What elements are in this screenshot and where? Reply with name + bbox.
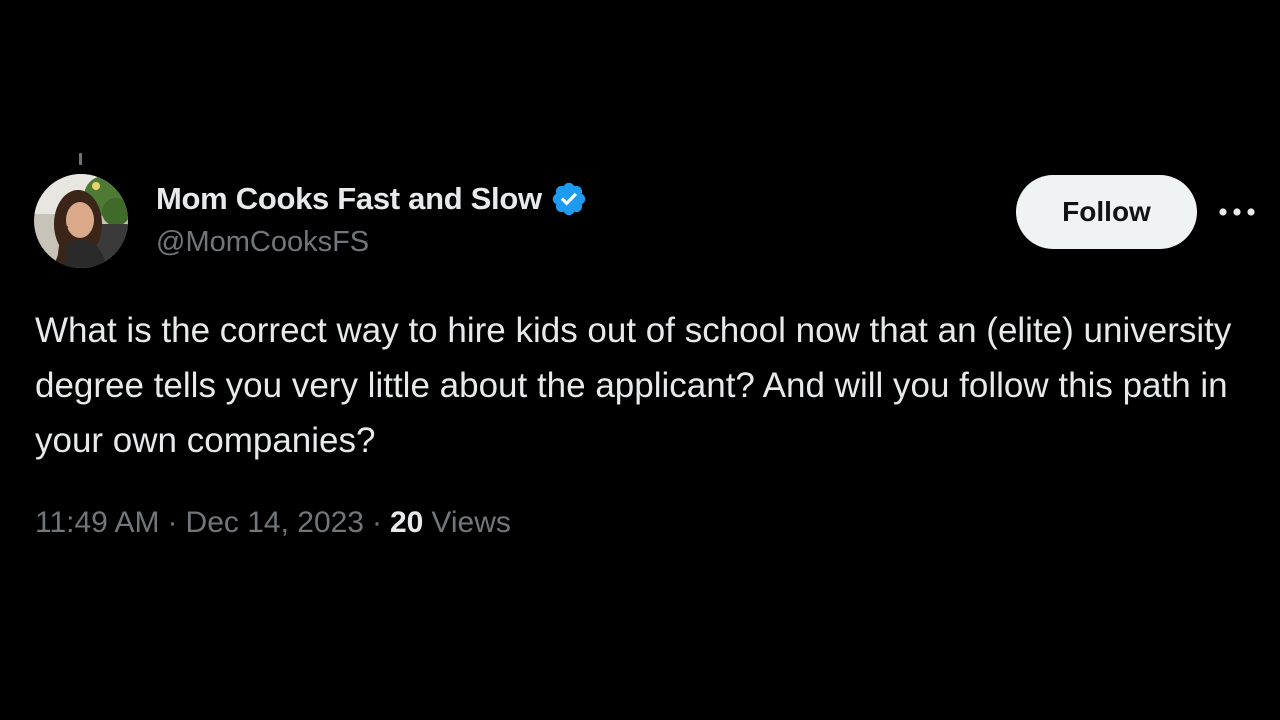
verified-badge-icon (550, 180, 588, 218)
author-name-row: Mom Cooks Fast and Slow (156, 178, 588, 220)
tweet-text: What is the correct way to hire kids out… (35, 311, 1232, 460)
tweet-card: Mom Cooks Fast and Slow @MomCooksFS Foll… (0, 0, 1280, 720)
thread-connector-line (79, 153, 82, 165)
separator-dot: · (167, 506, 178, 539)
follow-button[interactable]: Follow (1016, 175, 1197, 249)
tweet-date[interactable]: Dec 14, 2023 (186, 506, 364, 540)
author-handle[interactable]: @MomCooksFS (156, 226, 369, 259)
more-horizontal-icon (1219, 208, 1255, 216)
tweet-metadata: 11:49 AM · Dec 14, 2023 · 20 Views (35, 506, 511, 540)
profile-photo-icon (34, 174, 128, 268)
views-count[interactable]: 20 (390, 506, 423, 540)
avatar[interactable] (34, 174, 128, 268)
tweet-time[interactable]: 11:49 AM (35, 506, 160, 540)
author-display-name[interactable]: Mom Cooks Fast and Slow (156, 181, 542, 217)
views-label: Views (431, 506, 511, 539)
more-options-button[interactable] (1214, 196, 1260, 228)
separator-dot: · (372, 506, 382, 539)
